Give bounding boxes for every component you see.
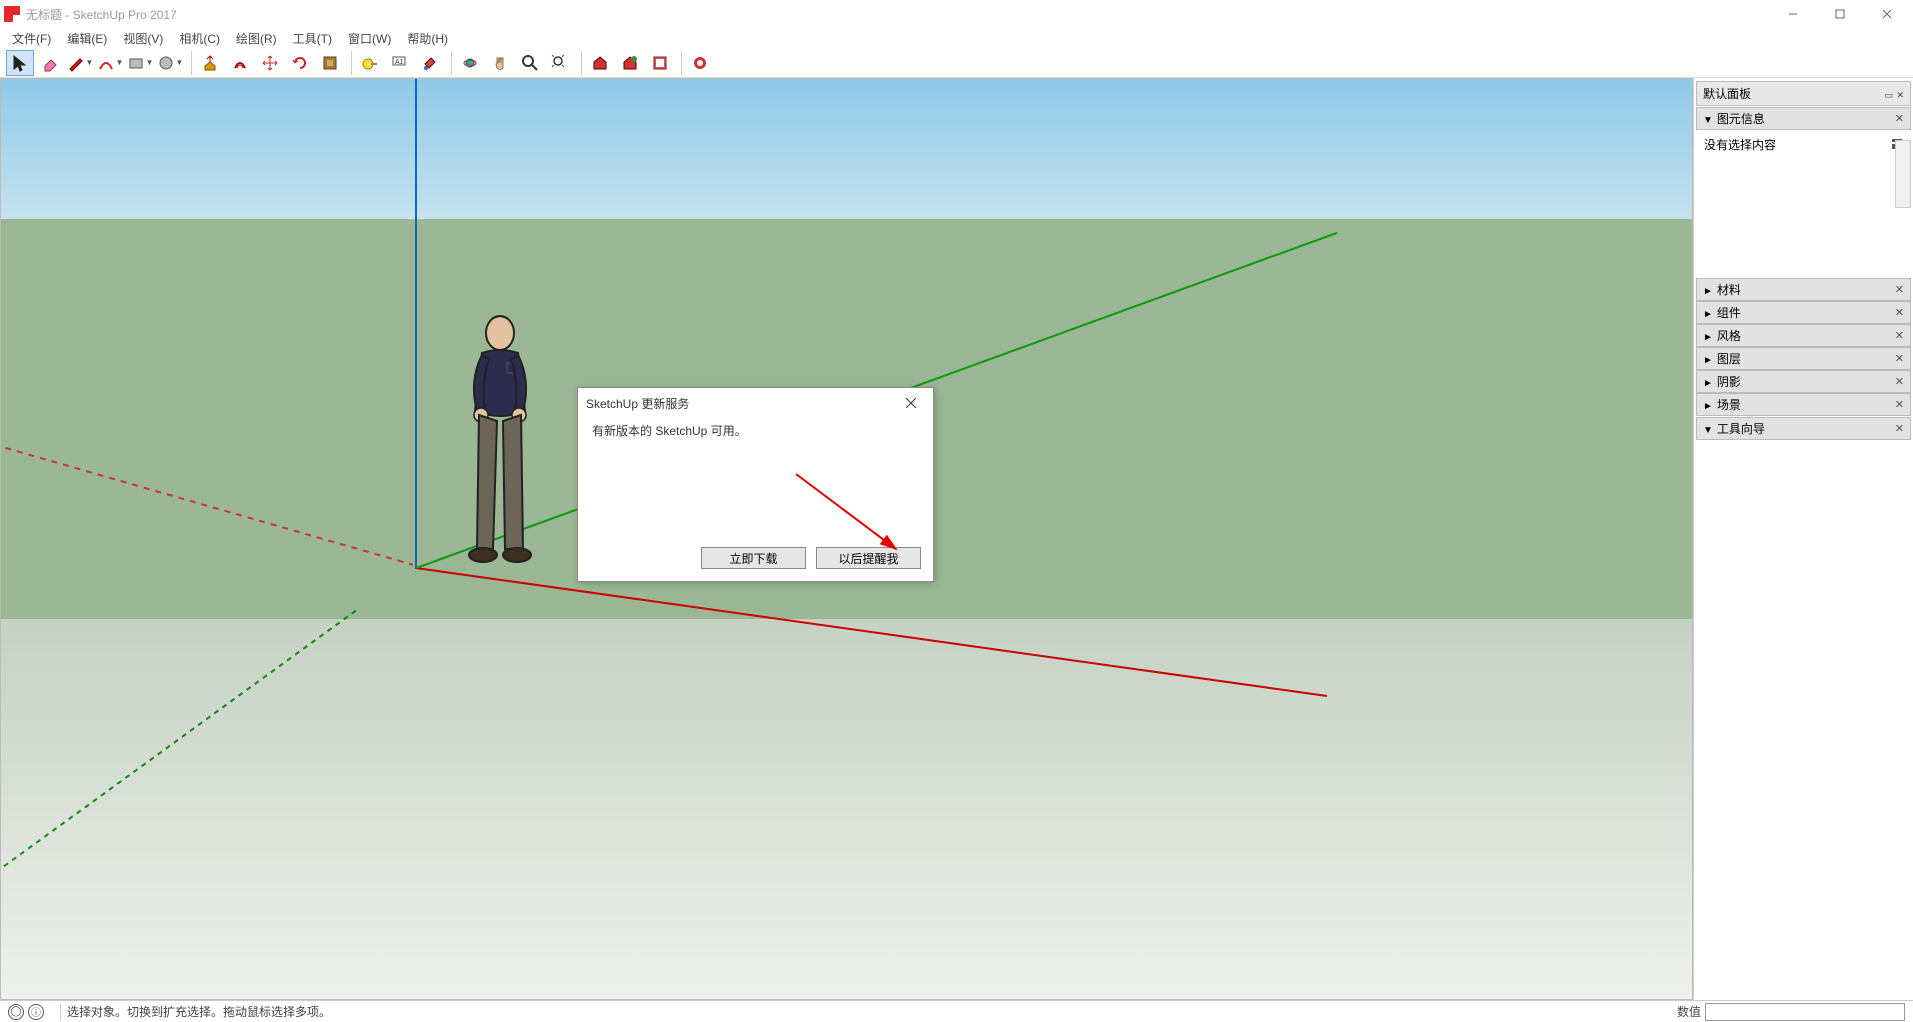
tray-header[interactable]: 默认面板 ▭ ✕	[1696, 81, 1911, 106]
geolocation-icon[interactable]: ◯	[8, 1004, 24, 1020]
dialog-message: 有新版本的 SketchUp 可用。	[578, 418, 933, 443]
toolbar: ▼▼▼▼A1	[0, 48, 1913, 78]
status-bar: ◯ ⓘ 选择对象。切换到扩充选择。拖动鼠标选择多项。 数值	[0, 1000, 1913, 1022]
orbit-tool[interactable]	[456, 50, 484, 76]
panel-section-label: 图层	[1717, 352, 1741, 366]
menu-file[interactable]: 文件(F)	[4, 28, 59, 48]
eraser-tool[interactable]	[36, 50, 64, 76]
scale-tool[interactable]	[316, 50, 344, 76]
close-button[interactable]	[1864, 1, 1909, 27]
panel-entity-info-header[interactable]: ▼图元信息 ✕	[1696, 107, 1911, 130]
tape-tool[interactable]	[356, 50, 384, 76]
menu-tools[interactable]: 工具(T)	[285, 28, 340, 48]
move-tool[interactable]	[256, 50, 284, 76]
panel-section-5[interactable]: ►场景✕	[1696, 393, 1911, 416]
panel-section-label: 场景	[1717, 398, 1741, 412]
title-bar: 无标题 - SketchUp Pro 2017	[0, 0, 1913, 28]
menu-bar: 文件(F) 编辑(E) 视图(V) 相机(C) 绘图(R) 工具(T) 窗口(W…	[0, 28, 1913, 48]
zoom-tool[interactable]	[516, 50, 544, 76]
panel-section-2[interactable]: ►风格✕	[1696, 324, 1911, 347]
rectangle-tool[interactable]: ▼	[126, 50, 154, 76]
pan-tool[interactable]	[486, 50, 514, 76]
panel-section-4[interactable]: ►阴影✕	[1696, 370, 1911, 393]
panel-scrollbar[interactable]	[1895, 140, 1911, 208]
panel-instructor-header[interactable]: ▼工具向导 ✕	[1696, 417, 1911, 440]
menu-camera[interactable]: 相机(C)	[171, 28, 228, 48]
text-tool[interactable]: A1	[386, 50, 414, 76]
remind-later-button[interactable]: 以后提醒我	[816, 547, 921, 569]
download-button[interactable]: 立即下载	[701, 547, 806, 569]
scale-figure	[447, 311, 557, 571]
axis-blue	[415, 79, 417, 569]
credits-icon[interactable]: ⓘ	[28, 1004, 44, 1020]
menu-window[interactable]: 窗口(W)	[340, 28, 399, 48]
app-icon	[4, 6, 20, 22]
panel-section-label: 阴影	[1717, 375, 1741, 389]
warehouse-tool[interactable]	[586, 50, 614, 76]
tray-close-icon[interactable]: ✕	[1896, 90, 1904, 100]
default-tray: 默认面板 ▭ ✕ ▼图元信息 ✕ 没有选择内容 ►材料✕►组件✕►风格✕►图层✕…	[1693, 78, 1913, 1000]
offset-tool[interactable]	[226, 50, 254, 76]
panel-entity-info-close-icon[interactable]: ✕	[1895, 112, 1904, 125]
minimize-button[interactable]	[1770, 1, 1815, 27]
svg-text:A1: A1	[395, 59, 404, 66]
arc-tool[interactable]: ▼	[96, 50, 124, 76]
measurement-input[interactable]	[1705, 1003, 1905, 1021]
panel-section-3[interactable]: ►图层✕	[1696, 347, 1911, 370]
menu-edit[interactable]: 编辑(E)	[59, 28, 115, 48]
panel-section-label: 材料	[1717, 283, 1741, 297]
panel-instructor-close-icon[interactable]: ✕	[1895, 422, 1904, 435]
tray-pin-icon[interactable]: ▭	[1885, 90, 1894, 100]
rotate-tool[interactable]	[286, 50, 314, 76]
sky-background	[1, 79, 1692, 219]
menu-view[interactable]: 视图(V)	[115, 28, 171, 48]
panel-section-0[interactable]: ►材料✕	[1696, 278, 1911, 301]
panel-instructor-title: 工具向导	[1717, 422, 1765, 436]
maximize-button[interactable]	[1817, 1, 1862, 27]
ground-foreground	[1, 619, 1692, 999]
tray-title: 默认面板	[1703, 85, 1751, 102]
dialog-title: SketchUp 更新服务	[586, 395, 689, 412]
pushpull-tool[interactable]	[196, 50, 224, 76]
status-hint: 选择对象。切换到扩充选择。拖动鼠标选择多项。	[67, 1003, 331, 1020]
viewport[interactable]: SketchUp 更新服务 有新版本的 SketchUp 可用。 立即下载 以后…	[0, 78, 1693, 1000]
layout-tool[interactable]	[646, 50, 674, 76]
panel-section-close-icon[interactable]: ✕	[1895, 352, 1904, 365]
window-title: 无标题 - SketchUp Pro 2017	[26, 6, 1770, 23]
dialog-close-button[interactable]	[897, 392, 925, 414]
update-dialog: SketchUp 更新服务 有新版本的 SketchUp 可用。 立即下载 以后…	[577, 387, 934, 582]
paint-tool[interactable]	[416, 50, 444, 76]
line-tool[interactable]: ▼	[66, 50, 94, 76]
panel-section-label: 风格	[1717, 329, 1741, 343]
panel-section-close-icon[interactable]: ✕	[1895, 306, 1904, 319]
circle-tool[interactable]: ▼	[156, 50, 184, 76]
panel-section-label: 组件	[1717, 306, 1741, 320]
panel-section-close-icon[interactable]: ✕	[1895, 375, 1904, 388]
extension-tool[interactable]	[686, 50, 714, 76]
panel-entity-info-body: 没有选择内容	[1696, 131, 1911, 157]
panel-section-close-icon[interactable]: ✕	[1895, 398, 1904, 411]
menu-help[interactable]: 帮助(H)	[399, 28, 456, 48]
ext-warehouse-tool[interactable]	[616, 50, 644, 76]
panel-section-close-icon[interactable]: ✕	[1895, 329, 1904, 342]
panel-section-1[interactable]: ►组件✕	[1696, 301, 1911, 324]
panel-entity-info-content	[1696, 158, 1911, 268]
select-tool[interactable]	[6, 50, 34, 76]
panel-section-close-icon[interactable]: ✕	[1895, 283, 1904, 296]
menu-draw[interactable]: 绘图(R)	[228, 28, 285, 48]
zoom-extents-tool[interactable]	[546, 50, 574, 76]
measurement-label: 数值	[1677, 1003, 1701, 1020]
entity-info-text: 没有选择内容	[1704, 136, 1776, 153]
panel-entity-info-title: 图元信息	[1717, 112, 1765, 126]
